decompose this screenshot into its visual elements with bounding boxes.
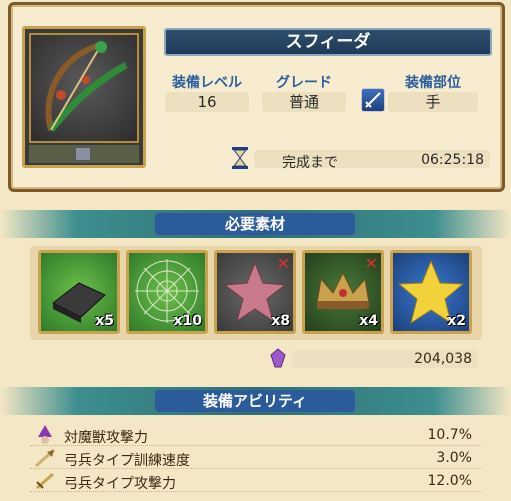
missing-mark: ✕	[276, 254, 290, 273]
crystal-icon	[268, 348, 288, 368]
cost-bar: 204,038	[292, 350, 478, 368]
materials-title: 必要素材	[155, 213, 355, 235]
craft-timer: 完成まで 06:25:18	[230, 146, 490, 171]
abilities-title: 装備アビリティ	[155, 390, 355, 412]
ability-value: 10.7%	[427, 427, 472, 443]
ability-label: 対魔獣攻撃力	[64, 430, 148, 446]
ability-value: 3.0%	[436, 450, 472, 466]
resource-cost: 204,038	[268, 346, 480, 370]
material-qty: x5	[95, 313, 114, 329]
missing-mark: ✕	[364, 254, 378, 273]
ability-label: 弓兵タイプ訓練速度	[64, 453, 190, 469]
material-qty: x2	[447, 313, 466, 329]
material-slot[interactable]: x10	[126, 250, 208, 334]
material-slot[interactable]: ✕ x4	[302, 250, 384, 334]
ability-row: 弓兵タイプ訓練速度 3.0%	[30, 447, 482, 469]
item-status-bar	[29, 145, 139, 163]
level-label: 装備レベル	[172, 75, 242, 91]
arrow-icon	[34, 448, 56, 468]
timer-label: 完成まで	[282, 155, 338, 171]
ability-value: 12.0%	[427, 473, 472, 489]
item-portrait[interactable]	[22, 26, 146, 168]
slot-label: 装備部位	[405, 75, 461, 91]
cost-value: 204,038	[414, 351, 472, 367]
abilities-header: 装備アビリティ	[0, 387, 511, 415]
sword-icon	[361, 88, 385, 112]
hourglass-icon	[230, 146, 250, 170]
grade-value: 普通	[262, 92, 346, 112]
ability-row: 弓兵タイプ攻撃力 12.0%	[30, 470, 482, 492]
material-slot[interactable]: x2	[390, 250, 472, 334]
ability-row: 対魔獣攻撃力 10.7%	[30, 424, 482, 446]
timer-value: 06:25:18	[421, 152, 484, 168]
material-slot[interactable]: x5	[38, 250, 120, 334]
witch-icon	[34, 425, 56, 445]
ability-label: 弓兵タイプ攻撃力	[64, 476, 176, 492]
serpent-bow-icon	[29, 33, 139, 143]
item-name: スフィーダ	[164, 28, 492, 56]
grade-label: グレード	[276, 75, 332, 91]
sword-icon	[34, 471, 56, 491]
materials-header: 必要素材	[0, 210, 511, 238]
material-slot[interactable]: ✕ x8	[214, 250, 296, 334]
slot-value: 手	[388, 92, 478, 112]
level-value: 16	[165, 92, 249, 112]
timer-bar: 完成まで 06:25:18	[254, 150, 490, 171]
material-qty: x10	[173, 313, 202, 329]
material-qty: x8	[271, 313, 290, 329]
socket-slot	[75, 147, 91, 161]
material-qty: x4	[359, 313, 378, 329]
